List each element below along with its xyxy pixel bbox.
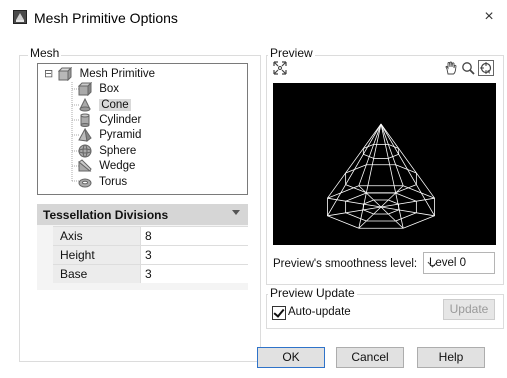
tessellation-row-base: Base 3 xyxy=(53,264,248,283)
tree-item-pyramid[interactable]: Pyramid xyxy=(78,127,141,143)
tessellation-row-axis: Axis 8 xyxy=(53,226,248,245)
cancel-button[interactable]: Cancel xyxy=(336,347,404,368)
preview-update-group-label: Preview Update xyxy=(268,286,357,300)
height-value-field[interactable]: 3 xyxy=(141,246,248,264)
tree-item-wedge[interactable]: Wedge xyxy=(78,158,135,174)
tessellation-panel: Tessellation Divisions Axis 8 Height 3 B… xyxy=(37,204,248,290)
close-button[interactable]: × xyxy=(479,6,499,28)
ok-button[interactable]: OK xyxy=(257,347,325,368)
tree-item-label: Wedge xyxy=(99,160,136,172)
cylinder-icon xyxy=(80,113,90,127)
property-name: Base xyxy=(60,267,88,281)
tree-item-label: Box xyxy=(99,83,120,95)
orbit-icon[interactable] xyxy=(478,60,494,76)
property-value: 3 xyxy=(145,248,152,262)
pyramid-icon xyxy=(78,127,92,142)
auto-update-checkbox[interactable] xyxy=(272,306,286,320)
preview-viewport[interactable] xyxy=(273,83,496,245)
smoothness-label: Preview's smoothness level: xyxy=(273,258,418,270)
axis-value-field[interactable]: 8 xyxy=(141,227,248,245)
mesh-group-label: Mesh xyxy=(28,46,62,60)
tessellation-header[interactable]: Tessellation Divisions xyxy=(37,204,248,225)
collapse-caret-icon[interactable] xyxy=(232,210,240,215)
cone-wireframe xyxy=(327,123,435,229)
property-value: 3 xyxy=(145,267,152,281)
tree-item-cylinder[interactable]: Cylinder xyxy=(78,112,141,128)
app-icon xyxy=(13,10,27,24)
torus-icon xyxy=(78,178,92,188)
tree-item-sphere[interactable]: Sphere xyxy=(78,143,136,159)
tessellation-title: Tessellation Divisions xyxy=(43,208,169,222)
tree-item-label: Cone xyxy=(99,99,131,111)
title-bar: Mesh Primitive Options × xyxy=(0,0,507,34)
tree-root-label: Mesh Primitive xyxy=(79,68,156,80)
tree-item-torus[interactable]: Torus xyxy=(78,174,127,190)
property-name: Height xyxy=(60,248,95,262)
primitive-tree[interactable]: ⊟ Mesh Primitive Box Cone Cylinder Pyram… xyxy=(37,63,248,195)
tree-item-label: Torus xyxy=(99,176,128,188)
tree-connectors xyxy=(71,82,79,182)
cone-icon xyxy=(79,97,91,112)
tree-item-cone[interactable]: Cone xyxy=(78,97,131,113)
sphere-icon xyxy=(78,144,92,158)
box-icon xyxy=(78,81,92,96)
preview-group-label: Preview xyxy=(268,46,315,60)
tree-item-label: Cylinder xyxy=(99,114,142,126)
tree-item-label: Pyramid xyxy=(99,129,142,141)
smoothness-level-select[interactable]: Level 0 xyxy=(423,252,495,274)
window-title: Mesh Primitive Options xyxy=(34,10,178,26)
property-value: 8 xyxy=(145,229,152,243)
zoom-extents-icon[interactable] xyxy=(273,61,287,75)
tree-collapse-icon[interactable]: ⊟ xyxy=(44,68,53,80)
auto-update-label[interactable]: Auto-update xyxy=(288,306,351,318)
tree-item-box[interactable]: Box xyxy=(78,81,119,97)
checkmark-icon xyxy=(273,306,285,318)
update-button[interactable]: Update xyxy=(443,299,495,320)
wedge-icon xyxy=(78,159,92,172)
mesh-primitive-icon xyxy=(58,66,73,81)
help-button[interactable]: Help xyxy=(417,347,485,368)
tree-item-label: Sphere xyxy=(99,145,137,157)
tessellation-row-height: Height 3 xyxy=(53,245,248,264)
zoom-magnifier-icon[interactable] xyxy=(461,61,475,75)
property-name: Axis xyxy=(60,229,83,243)
base-value-field[interactable]: 3 xyxy=(141,265,248,283)
pan-hand-icon[interactable] xyxy=(444,61,458,75)
tree-root-mesh-primitive[interactable]: ⊟ Mesh Primitive xyxy=(44,66,155,82)
